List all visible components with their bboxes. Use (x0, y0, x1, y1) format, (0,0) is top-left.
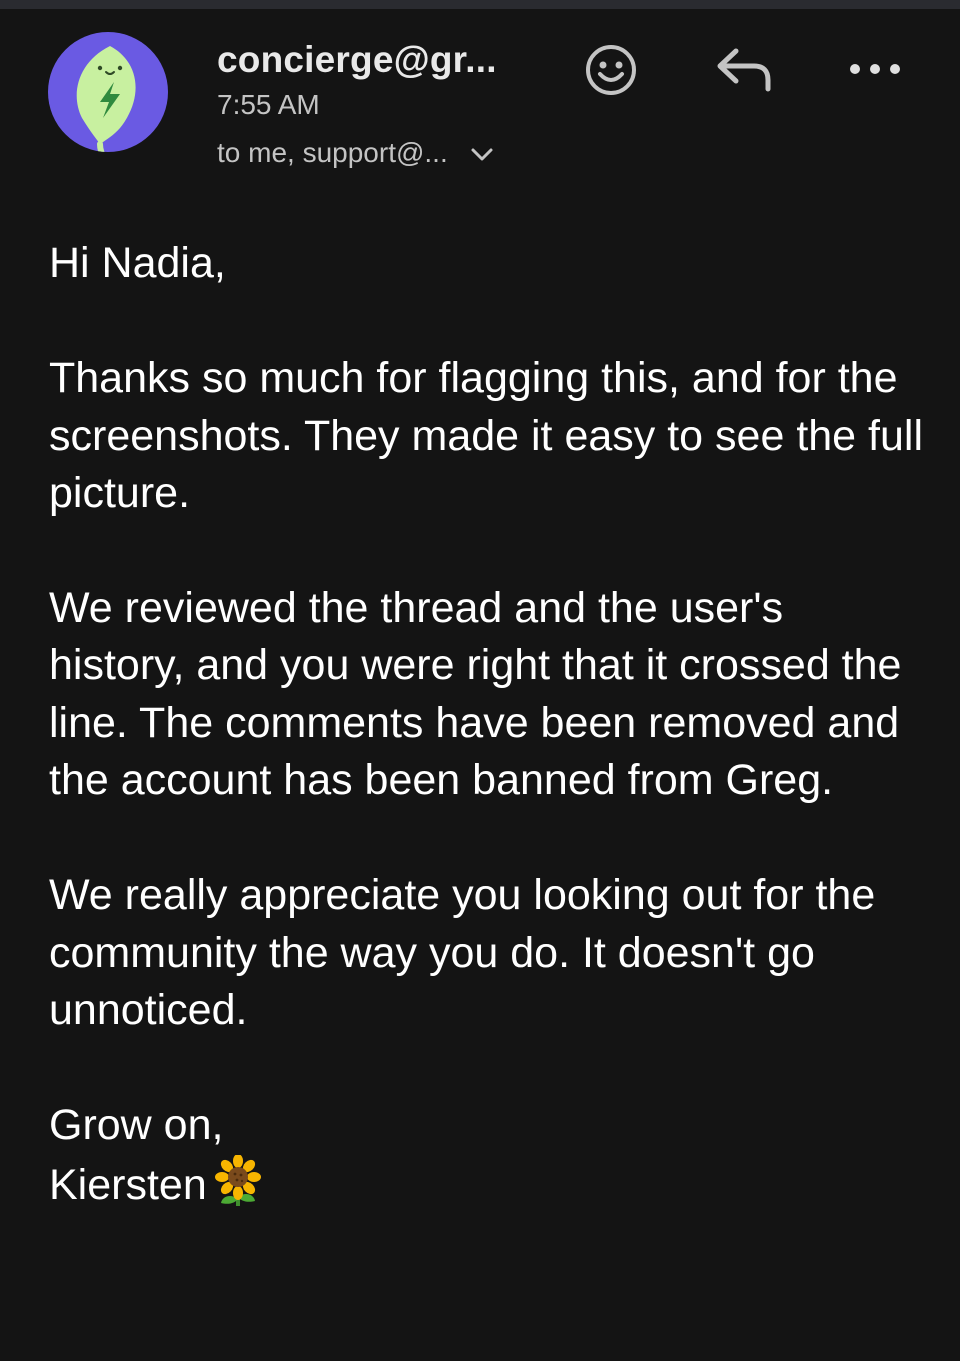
smiley-face-icon (586, 45, 636, 95)
email-signoff: Grow on, Kiersten (49, 1097, 929, 1214)
email-header: concierge@gr... 7:55 AM to me, support@.… (0, 9, 960, 199)
sender-address[interactable]: concierge@gr... (217, 39, 497, 81)
chevron-down-icon[interactable] (470, 143, 494, 167)
sunflower-icon (214, 1154, 261, 1206)
signature-name: Kiersten (49, 1160, 207, 1209)
email-paragraph: We reviewed the thread and the user's hi… (49, 584, 902, 805)
email-greeting: Hi Nadia, (49, 239, 226, 287)
recipients-label: to me, support@... (217, 137, 448, 168)
recipients-toggle[interactable]: to me, support@... (217, 136, 494, 170)
reply-arrow-icon (717, 48, 771, 92)
sender-avatar[interactable] (48, 32, 168, 152)
status-bar-edge (0, 0, 960, 9)
leaf-lightning-logo (76, 46, 136, 152)
more-options-button[interactable] (845, 49, 905, 89)
more-horizontal-icon (850, 64, 900, 74)
add-reaction-button[interactable] (580, 39, 642, 101)
email-body: Hi Nadia, Thanks so much for flagging th… (49, 235, 929, 1214)
signature-line: Kiersten (49, 1154, 929, 1214)
email-paragraph: Thanks so much for flagging this, and fo… (49, 354, 924, 517)
reply-button[interactable] (712, 42, 776, 98)
closing-line: Grow on, (49, 1101, 224, 1150)
email-time: 7:55 AM (217, 89, 320, 120)
email-paragraph: We really appreciate you looking out for… (49, 871, 876, 1034)
